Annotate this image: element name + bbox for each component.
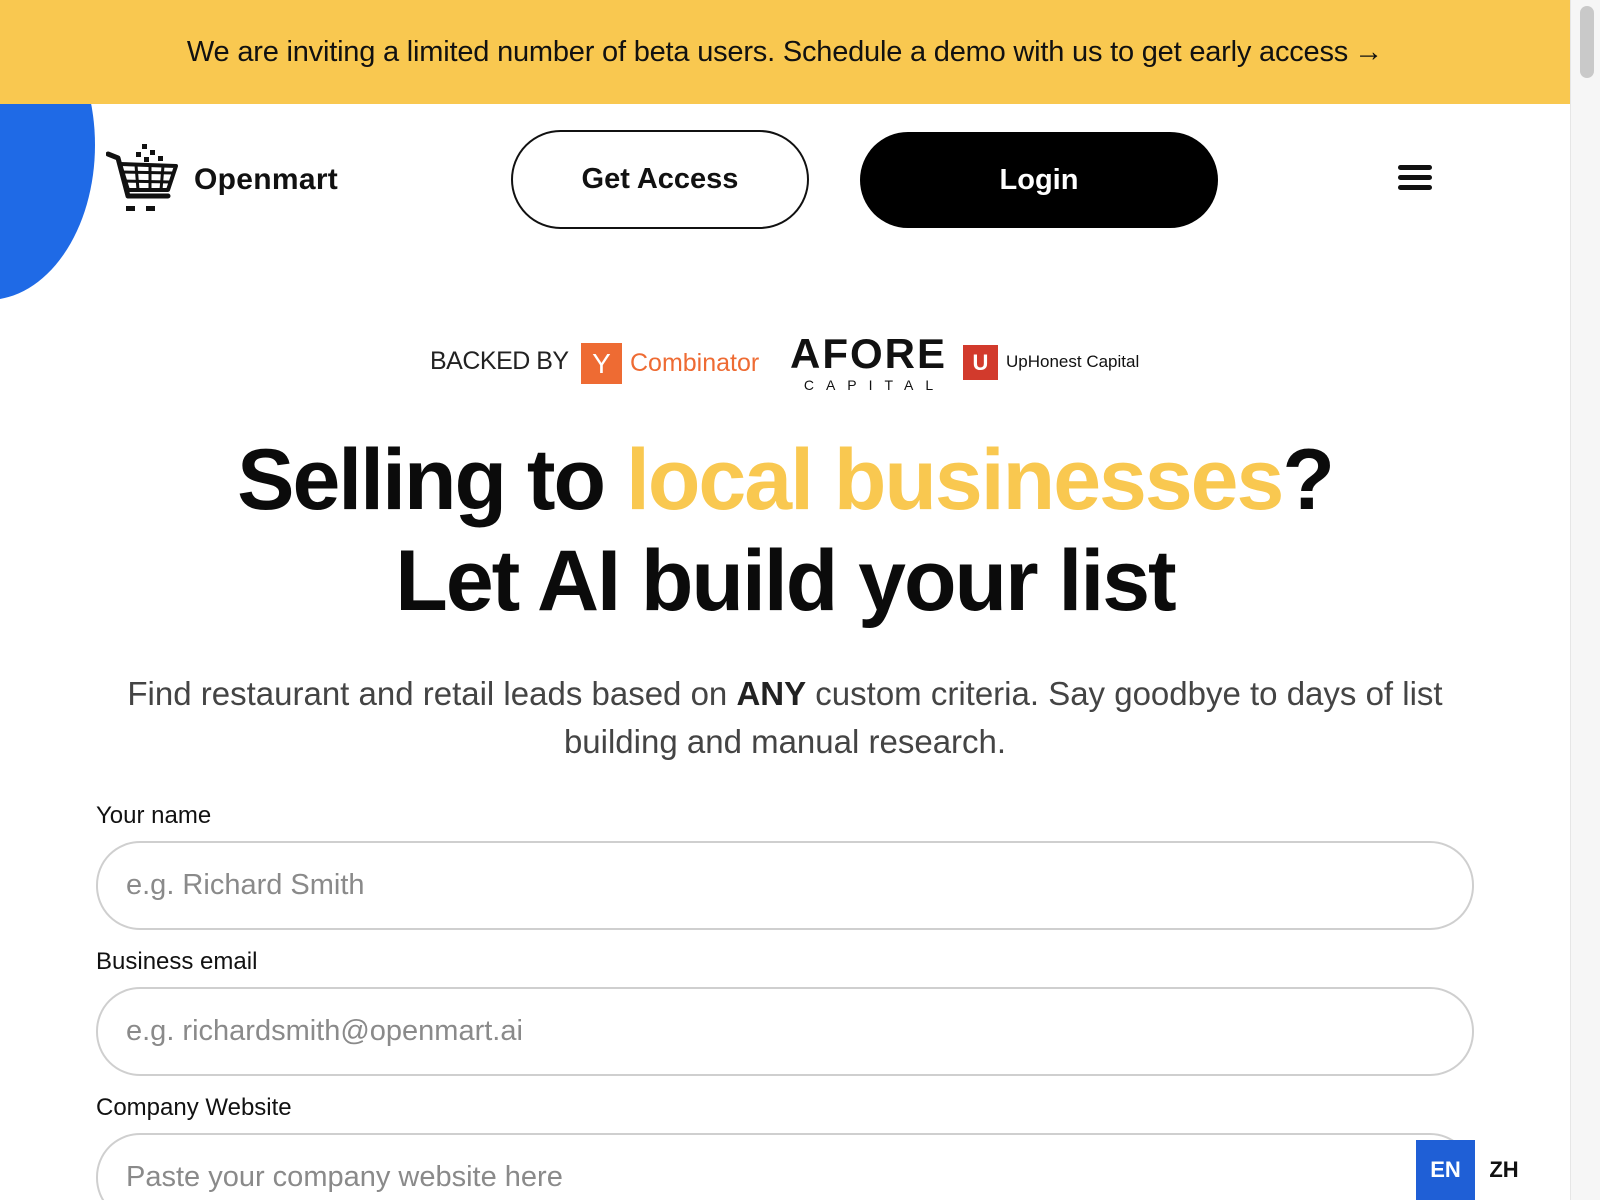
menu-bar	[1398, 175, 1432, 180]
hero-highlight: local businesses	[626, 432, 1284, 528]
hamburger-menu-icon[interactable]	[1398, 165, 1432, 191]
email-field[interactable]	[96, 987, 1474, 1076]
shopping-cart-logo-icon	[106, 144, 178, 211]
login-button[interactable]: Login	[860, 132, 1218, 228]
backers-row: BACKED BY Y Combinator AFORE CAPITAL U U…	[0, 330, 1570, 395]
scrollbar-thumb[interactable]	[1580, 6, 1594, 78]
get-access-button[interactable]: Get Access	[511, 130, 809, 229]
brand-logo[interactable]: Openmart	[106, 144, 338, 216]
name-field[interactable]	[96, 841, 1474, 930]
website-label: Company Website	[96, 1094, 292, 1121]
afore-capital-logo: AFORE CAPITAL	[790, 330, 947, 394]
backed-by-label: BACKED BY	[430, 347, 569, 375]
hero-line2: Let AI build your list	[395, 533, 1176, 629]
vertical-scrollbar[interactable]	[1570, 0, 1600, 1200]
language-zh-button[interactable]: ZH	[1478, 1140, 1530, 1200]
menu-bar	[1398, 165, 1432, 170]
hero-line1-pre: Selling to	[237, 432, 626, 528]
uphonest-name: UpHonest Capital	[1006, 352, 1140, 371]
subtext-pre: Find restaurant and retail leads based o…	[127, 675, 737, 712]
hero-heading: Selling to local businesses? Let AI buil…	[0, 430, 1570, 632]
website-input[interactable]	[124, 1160, 1472, 1195]
subtext-bold: ANY	[736, 675, 807, 712]
email-label: Business email	[96, 948, 258, 975]
hero-line1-post: ?	[1282, 432, 1335, 528]
email-input[interactable]	[124, 1014, 1472, 1049]
website-field[interactable]	[96, 1133, 1474, 1200]
page: We are inviting a limited number of beta…	[0, 0, 1570, 1200]
uphonest-logo-icon: U	[963, 345, 998, 380]
afore-logo-sub: CAPITAL	[803, 377, 946, 393]
beta-announcement-banner[interactable]: We are inviting a limited number of beta…	[0, 0, 1570, 104]
hero-subtext: Find restaurant and retail leads based o…	[110, 670, 1460, 766]
name-label: Your name	[96, 802, 212, 829]
arrow-right-icon[interactable]: →	[1354, 36, 1383, 69]
brand-name[interactable]: Openmart	[194, 163, 338, 197]
banner-text[interactable]: We are inviting a limited number of beta…	[187, 36, 1348, 69]
name-input[interactable]	[124, 868, 1472, 903]
y-combinator-name: Combinator	[630, 349, 760, 377]
language-en-button[interactable]: EN	[1416, 1140, 1475, 1200]
menu-bar	[1398, 185, 1432, 190]
afore-logo-main: AFORE	[790, 330, 947, 377]
y-combinator-logo-icon: Y	[581, 343, 622, 384]
